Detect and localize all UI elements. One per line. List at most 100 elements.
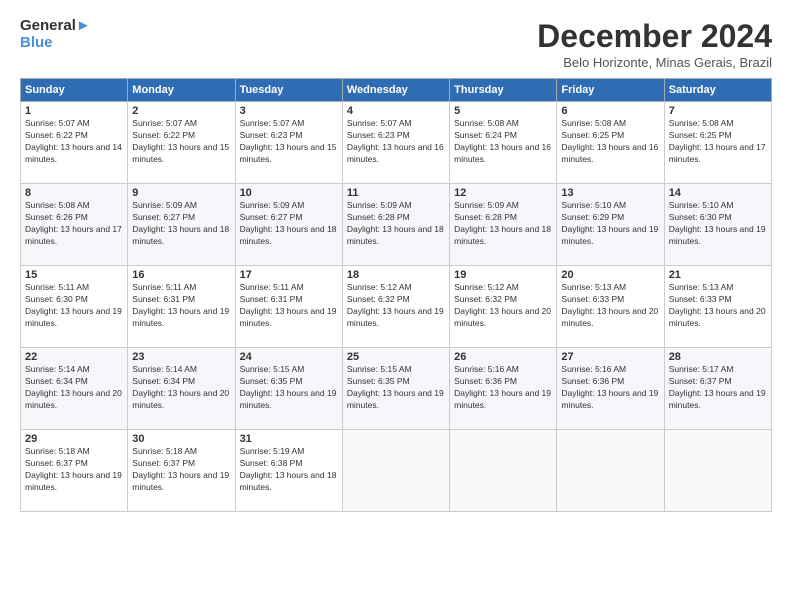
sunset-label: Sunset: 6:27 PM (240, 212, 303, 222)
day-info: Sunrise: 5:08 AM Sunset: 6:25 PM Dayligh… (669, 118, 767, 166)
daylight-label: Daylight: 13 hours and 19 minutes. (669, 224, 766, 246)
daylight-label: Daylight: 13 hours and 20 minutes. (561, 306, 658, 328)
day-number: 13 (561, 187, 659, 199)
sunset-label: Sunset: 6:33 PM (561, 294, 624, 304)
calendar-cell: 25 Sunrise: 5:15 AM Sunset: 6:35 PM Dayl… (342, 348, 449, 430)
daylight-label: Daylight: 13 hours and 14 minutes. (25, 142, 122, 164)
calendar-cell (342, 430, 449, 512)
day-number: 18 (347, 269, 445, 281)
sunrise-label: Sunrise: 5:18 AM (25, 446, 90, 456)
sunset-label: Sunset: 6:24 PM (454, 130, 517, 140)
calendar-cell: 3 Sunrise: 5:07 AM Sunset: 6:23 PM Dayli… (235, 102, 342, 184)
day-info: Sunrise: 5:08 AM Sunset: 6:26 PM Dayligh… (25, 200, 123, 248)
calendar-cell (450, 430, 557, 512)
calendar-cell: 20 Sunrise: 5:13 AM Sunset: 6:33 PM Dayl… (557, 266, 664, 348)
sunrise-label: Sunrise: 5:13 AM (561, 282, 626, 292)
day-number: 30 (132, 433, 230, 445)
sunrise-label: Sunrise: 5:07 AM (132, 118, 197, 128)
sunrise-label: Sunrise: 5:13 AM (669, 282, 734, 292)
month-title: December 2024 (537, 18, 772, 55)
day-info: Sunrise: 5:13 AM Sunset: 6:33 PM Dayligh… (669, 282, 767, 330)
day-number: 29 (25, 433, 123, 445)
calendar-cell: 31 Sunrise: 5:19 AM Sunset: 6:38 PM Dayl… (235, 430, 342, 512)
day-info: Sunrise: 5:11 AM Sunset: 6:31 PM Dayligh… (132, 282, 230, 330)
sunset-label: Sunset: 6:26 PM (25, 212, 88, 222)
day-info: Sunrise: 5:07 AM Sunset: 6:22 PM Dayligh… (25, 118, 123, 166)
day-number: 8 (25, 187, 123, 199)
col-friday: Friday (557, 79, 664, 102)
daylight-label: Daylight: 13 hours and 19 minutes. (347, 306, 444, 328)
sunrise-label: Sunrise: 5:15 AM (240, 364, 305, 374)
col-thursday: Thursday (450, 79, 557, 102)
sunrise-label: Sunrise: 5:08 AM (561, 118, 626, 128)
sunrise-label: Sunrise: 5:14 AM (25, 364, 90, 374)
sunset-label: Sunset: 6:25 PM (669, 130, 732, 140)
sunset-label: Sunset: 6:29 PM (561, 212, 624, 222)
day-info: Sunrise: 5:07 AM Sunset: 6:22 PM Dayligh… (132, 118, 230, 166)
calendar-cell: 4 Sunrise: 5:07 AM Sunset: 6:23 PM Dayli… (342, 102, 449, 184)
calendar-week-4: 22 Sunrise: 5:14 AM Sunset: 6:34 PM Dayl… (21, 348, 772, 430)
day-number: 22 (25, 351, 123, 363)
day-info: Sunrise: 5:13 AM Sunset: 6:33 PM Dayligh… (561, 282, 659, 330)
daylight-label: Daylight: 13 hours and 18 minutes. (240, 470, 337, 492)
day-info: Sunrise: 5:14 AM Sunset: 6:34 PM Dayligh… (132, 364, 230, 412)
day-number: 11 (347, 187, 445, 199)
day-number: 28 (669, 351, 767, 363)
calendar-cell: 2 Sunrise: 5:07 AM Sunset: 6:22 PM Dayli… (128, 102, 235, 184)
day-number: 9 (132, 187, 230, 199)
sunset-label: Sunset: 6:23 PM (347, 130, 410, 140)
sunrise-label: Sunrise: 5:08 AM (25, 200, 90, 210)
sunrise-label: Sunrise: 5:18 AM (132, 446, 197, 456)
col-sunday: Sunday (21, 79, 128, 102)
calendar-week-2: 8 Sunrise: 5:08 AM Sunset: 6:26 PM Dayli… (21, 184, 772, 266)
sunrise-label: Sunrise: 5:16 AM (454, 364, 519, 374)
day-info: Sunrise: 5:18 AM Sunset: 6:37 PM Dayligh… (132, 446, 230, 494)
day-number: 16 (132, 269, 230, 281)
day-info: Sunrise: 5:19 AM Sunset: 6:38 PM Dayligh… (240, 446, 338, 494)
day-info: Sunrise: 5:18 AM Sunset: 6:37 PM Dayligh… (25, 446, 123, 494)
day-info: Sunrise: 5:15 AM Sunset: 6:35 PM Dayligh… (347, 364, 445, 412)
daylight-label: Daylight: 13 hours and 18 minutes. (132, 224, 229, 246)
sunrise-label: Sunrise: 5:07 AM (240, 118, 305, 128)
daylight-label: Daylight: 13 hours and 18 minutes. (454, 224, 551, 246)
sunset-label: Sunset: 6:36 PM (454, 376, 517, 386)
daylight-label: Daylight: 13 hours and 19 minutes. (454, 388, 551, 410)
day-info: Sunrise: 5:08 AM Sunset: 6:25 PM Dayligh… (561, 118, 659, 166)
day-info: Sunrise: 5:07 AM Sunset: 6:23 PM Dayligh… (240, 118, 338, 166)
calendar-week-3: 15 Sunrise: 5:11 AM Sunset: 6:30 PM Dayl… (21, 266, 772, 348)
daylight-label: Daylight: 13 hours and 19 minutes. (240, 388, 337, 410)
calendar-cell (557, 430, 664, 512)
sunrise-label: Sunrise: 5:14 AM (132, 364, 197, 374)
day-info: Sunrise: 5:09 AM Sunset: 6:27 PM Dayligh… (240, 200, 338, 248)
day-info: Sunrise: 5:09 AM Sunset: 6:27 PM Dayligh… (132, 200, 230, 248)
sunset-label: Sunset: 6:38 PM (240, 458, 303, 468)
sunset-label: Sunset: 6:31 PM (240, 294, 303, 304)
day-info: Sunrise: 5:08 AM Sunset: 6:24 PM Dayligh… (454, 118, 552, 166)
calendar-cell: 23 Sunrise: 5:14 AM Sunset: 6:34 PM Dayl… (128, 348, 235, 430)
calendar-table: Sunday Monday Tuesday Wednesday Thursday… (20, 78, 772, 512)
calendar-cell: 13 Sunrise: 5:10 AM Sunset: 6:29 PM Dayl… (557, 184, 664, 266)
calendar-cell: 15 Sunrise: 5:11 AM Sunset: 6:30 PM Dayl… (21, 266, 128, 348)
sunset-label: Sunset: 6:23 PM (240, 130, 303, 140)
sunrise-label: Sunrise: 5:12 AM (347, 282, 412, 292)
sunrise-label: Sunrise: 5:15 AM (347, 364, 412, 374)
calendar-week-5: 29 Sunrise: 5:18 AM Sunset: 6:37 PM Dayl… (21, 430, 772, 512)
daylight-label: Daylight: 13 hours and 17 minutes. (25, 224, 122, 246)
daylight-label: Daylight: 13 hours and 16 minutes. (454, 142, 551, 164)
calendar-cell: 5 Sunrise: 5:08 AM Sunset: 6:24 PM Dayli… (450, 102, 557, 184)
calendar-cell: 30 Sunrise: 5:18 AM Sunset: 6:37 PM Dayl… (128, 430, 235, 512)
sunset-label: Sunset: 6:30 PM (25, 294, 88, 304)
day-number: 15 (25, 269, 123, 281)
daylight-label: Daylight: 13 hours and 16 minutes. (347, 142, 444, 164)
sunset-label: Sunset: 6:22 PM (132, 130, 195, 140)
day-number: 4 (347, 105, 445, 117)
day-number: 10 (240, 187, 338, 199)
day-info: Sunrise: 5:09 AM Sunset: 6:28 PM Dayligh… (347, 200, 445, 248)
day-number: 24 (240, 351, 338, 363)
calendar-cell: 16 Sunrise: 5:11 AM Sunset: 6:31 PM Dayl… (128, 266, 235, 348)
daylight-label: Daylight: 13 hours and 20 minutes. (25, 388, 122, 410)
day-info: Sunrise: 5:11 AM Sunset: 6:30 PM Dayligh… (25, 282, 123, 330)
sunrise-label: Sunrise: 5:11 AM (240, 282, 304, 292)
calendar-cell: 18 Sunrise: 5:12 AM Sunset: 6:32 PM Dayl… (342, 266, 449, 348)
day-number: 19 (454, 269, 552, 281)
